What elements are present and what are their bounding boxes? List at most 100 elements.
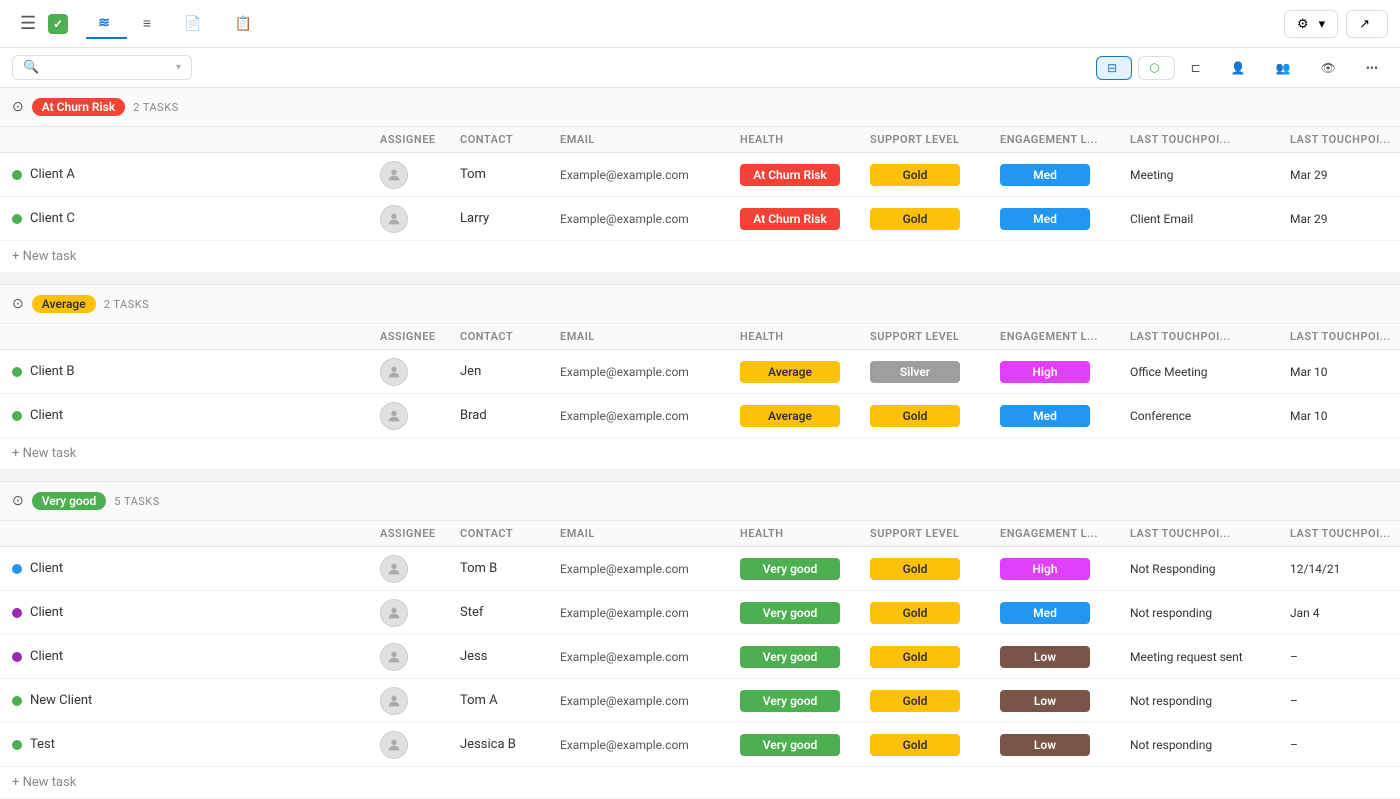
tab-renewal[interactable]: ≡	[131, 9, 168, 38]
tab-feedback[interactable]: 📋	[222, 10, 268, 38]
feedback-tab-icon: 📋	[234, 16, 251, 32]
task-dot	[12, 564, 22, 574]
new-task-button[interactable]: + New task	[0, 438, 1400, 470]
filter-button[interactable]: ⊟	[1096, 56, 1132, 80]
nav-right-actions: ⚙ ▾ ↗	[1284, 10, 1388, 38]
col-header-5: SUPPORT LEVEL	[862, 324, 992, 349]
last-touchpoint-date-cell: 12/14/21	[1282, 558, 1400, 580]
toolbar: 🔍 ▾ ⊟ ⬡ ⊏ 👤 👥 👁 •••	[0, 48, 1400, 88]
section-chevron-average[interactable]: ⊙	[12, 296, 24, 312]
task-label: Client	[30, 605, 63, 620]
contact-cell: Tom A	[452, 689, 552, 712]
search-input[interactable]: 🔍 ▾	[12, 55, 192, 80]
table-row[interactable]: Client Jess Example@example.com Very goo…	[0, 635, 1400, 679]
table-row[interactable]: Client B Jen Example@example.com Average…	[0, 350, 1400, 394]
engagement-badge: Med	[1000, 602, 1090, 624]
health-badge: Average	[740, 405, 840, 427]
health-cell: Very good	[732, 598, 862, 628]
logo-icon	[48, 14, 68, 34]
health-cell: Average	[732, 401, 862, 431]
group-by-button[interactable]: ⬡	[1138, 56, 1174, 80]
new-task-button[interactable]: + New task	[0, 241, 1400, 273]
more-options-button[interactable]: •••	[1356, 57, 1388, 79]
section-tasks-verygood: 5 TASKS	[114, 495, 159, 508]
subtasks-button[interactable]: ⊏	[1181, 57, 1215, 79]
share-button[interactable]: ↗	[1346, 10, 1388, 38]
filter-icon: ⊟	[1107, 61, 1117, 75]
col-header-0	[12, 127, 372, 152]
table-row[interactable]: New Client Tom A Example@example.com Ver…	[0, 679, 1400, 723]
avatar	[380, 555, 408, 583]
engagement-badge: High	[1000, 558, 1090, 580]
task-dot	[12, 608, 22, 618]
search-icon: 🔍	[23, 60, 39, 75]
task-dot	[12, 367, 22, 377]
col-header-7: LAST TOUCHPOI...	[1122, 324, 1282, 349]
table-row[interactable]: Client A Tom Example@example.com At Chur…	[0, 153, 1400, 197]
health-badge: Very good	[740, 734, 840, 756]
section-header-churn: ⊙ At Churn Risk 2 TASKS	[0, 88, 1400, 127]
main-table: ⊙ At Churn Risk 2 TASKS ASSIGNEECONTACTE…	[0, 88, 1400, 799]
engagement-cell: High	[992, 357, 1122, 387]
section-chevron-verygood[interactable]: ⊙	[12, 493, 24, 509]
tab-engagement[interactable]: ≋	[86, 9, 127, 39]
engagement-badge: Med	[1000, 208, 1090, 230]
table-row[interactable]: Client C Larry Example@example.com At Ch…	[0, 197, 1400, 241]
section-chevron-churn[interactable]: ⊙	[12, 99, 24, 115]
support-cell: Gold	[862, 204, 992, 234]
last-touchpoint-date-cell: –	[1282, 690, 1400, 712]
table-row[interactable]: Client Tom B Example@example.com Very go…	[0, 547, 1400, 591]
engagement-cell: Low	[992, 730, 1122, 760]
email-cell: Example@example.com	[552, 361, 732, 383]
task-name: New Client	[12, 685, 372, 716]
support-cell: Gold	[862, 598, 992, 628]
assignee-cell	[372, 727, 452, 763]
email-cell: Example@example.com	[552, 602, 732, 624]
health-badge: Very good	[740, 690, 840, 712]
last-touchpoint-date-cell: Mar 29	[1282, 164, 1400, 186]
engagement-badge: High	[1000, 361, 1090, 383]
task-name: Client	[12, 597, 372, 628]
app-logo	[48, 14, 74, 34]
last-touchpoint-date-cell: –	[1282, 646, 1400, 668]
col-header-8: LAST TOUCHPOI...	[1282, 521, 1400, 546]
health-cell: At Churn Risk	[732, 204, 862, 234]
support-badge: Gold	[870, 734, 960, 756]
health-cell: Very good	[732, 642, 862, 672]
assignees-button[interactable]: 👥	[1266, 57, 1305, 79]
task-name: Client C	[12, 203, 372, 234]
renewal-tab-icon: ≡	[143, 15, 151, 32]
engagement-cell: Low	[992, 642, 1122, 672]
show-icon: 👁	[1321, 61, 1336, 75]
tab-playbook[interactable]: 📄	[172, 10, 218, 38]
table-row[interactable]: Client Brad Example@example.com Average …	[0, 394, 1400, 438]
support-badge: Gold	[870, 558, 960, 580]
last-touchpoint-cell: Not responding	[1122, 690, 1282, 712]
col-header-4: HEALTH	[732, 127, 862, 152]
support-cell: Silver	[862, 357, 992, 387]
show-button[interactable]: 👁	[1311, 57, 1350, 79]
avatar	[380, 687, 408, 715]
top-nav: ☰ ≋ ≡ 📄 📋 ⚙ ▾ ↗	[0, 0, 1400, 48]
share-icon: ↗	[1359, 16, 1370, 32]
add-view-tab[interactable]	[273, 18, 297, 30]
engagement-badge: Low	[1000, 646, 1090, 668]
last-touchpoint-date-cell: Jan 4	[1282, 602, 1400, 624]
hamburger-icon[interactable]: ☰	[12, 9, 44, 38]
col-header-4: HEALTH	[732, 324, 862, 349]
health-cell: Average	[732, 357, 862, 387]
col-header-3: EMAIL	[552, 127, 732, 152]
automate-button[interactable]: ⚙ ▾	[1284, 10, 1338, 38]
table-row[interactable]: Client Stef Example@example.com Very goo…	[0, 591, 1400, 635]
table-row[interactable]: Test Jessica B Example@example.com Very …	[0, 723, 1400, 767]
me-button[interactable]: 👤	[1221, 57, 1260, 79]
last-touchpoint-cell: Not Responding	[1122, 558, 1282, 580]
section-badge-churn: At Churn Risk	[32, 98, 125, 116]
new-task-button[interactable]: + New task	[0, 767, 1400, 799]
health-badge: Average	[740, 361, 840, 383]
more-icon: •••	[1366, 61, 1378, 75]
section-tasks-churn: 2 TASKS	[133, 101, 178, 114]
task-name: Client	[12, 641, 372, 672]
contact-cell: Tom B	[452, 557, 552, 580]
contact-cell: Stef	[452, 601, 552, 624]
